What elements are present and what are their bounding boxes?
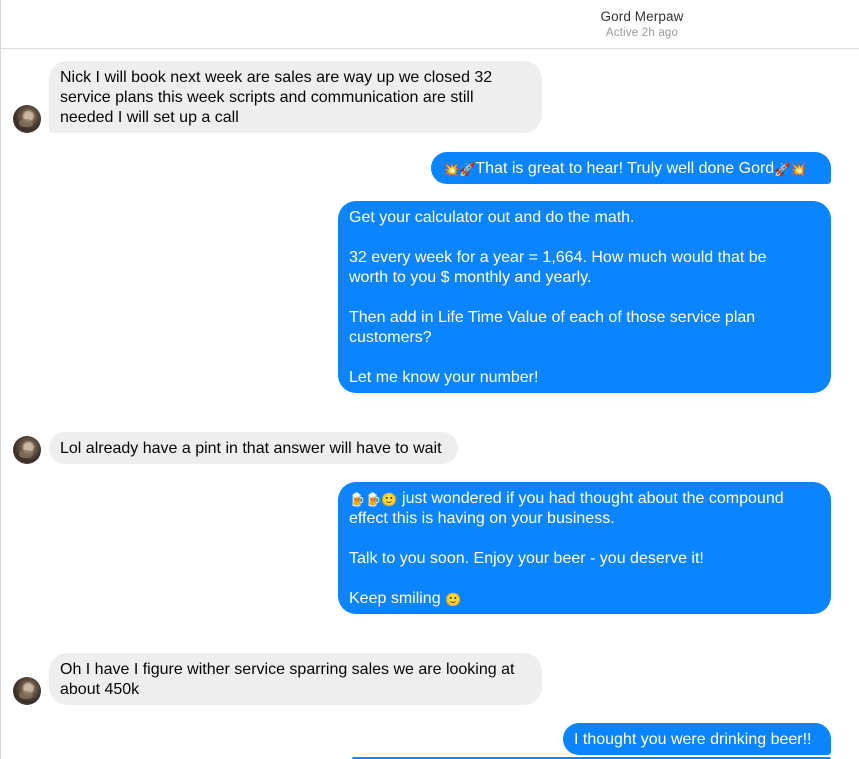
collision-rocket-icon: 💥🚀 — [443, 162, 476, 177]
contact-name[interactable]: Gord Merpaw — [1, 9, 859, 24]
sidebar-divider — [0, 0, 1, 759]
message-bubble[interactable]: Get your calculator out and do the math.… — [338, 201, 831, 393]
message-text: That is great to hear! Truly well done G… — [475, 160, 775, 177]
rocket-collision-icon: 🚀💥 — [774, 162, 807, 177]
avatar[interactable] — [13, 105, 41, 133]
beer-smile-icon: 🍺🍺🙂 — [349, 492, 398, 507]
smile-icon: 🙂 — [445, 592, 462, 607]
message-bubble[interactable]: I thought you were drinking beer!! — [563, 723, 831, 755]
message-bubble[interactable]: Oh I have I figure wither service sparri… — [49, 653, 542, 705]
avatar[interactable] — [13, 677, 41, 705]
message-bubble[interactable]: Lol already have a pint in that answer w… — [49, 432, 458, 464]
message-bubble[interactable]: 💥🚀That is great to hear! Truly well done… — [431, 152, 831, 184]
avatar[interactable] — [13, 436, 41, 464]
message-bubble[interactable]: 🍺🍺🙂 just wondered if you had thought abo… — [338, 482, 831, 614]
message-text: just wondered if you had thought about t… — [349, 490, 784, 607]
message-bubble[interactable]: Nick I will book next week are sales are… — [49, 61, 542, 133]
active-status: Active 2h ago — [605, 27, 679, 39]
conversation-header: Gord Merpaw Active 2h ago — [1, 0, 859, 49]
